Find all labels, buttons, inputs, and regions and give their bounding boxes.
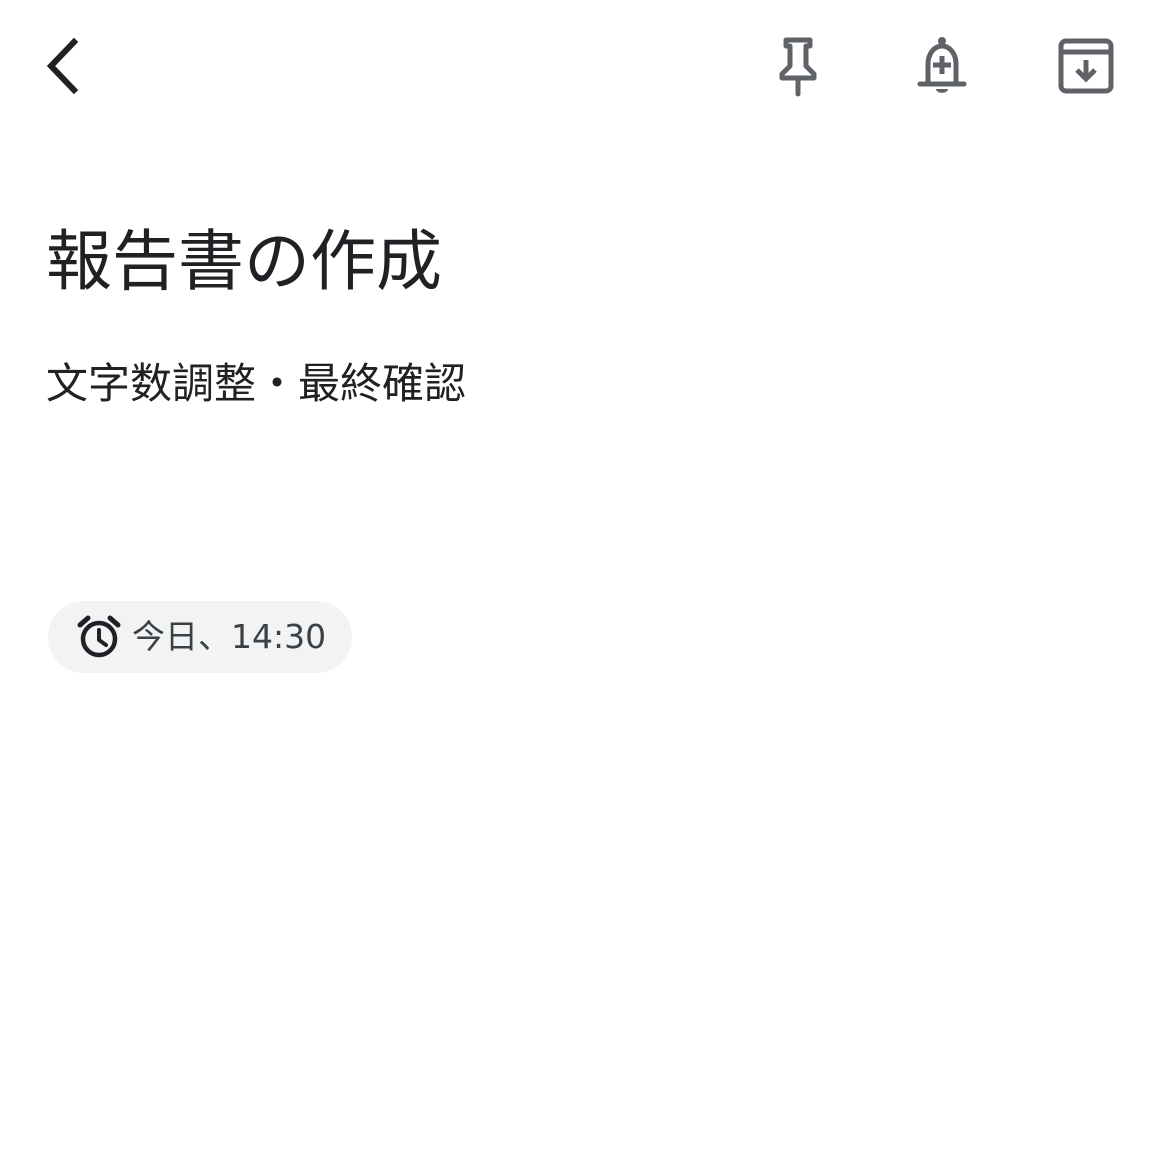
pin-button[interactable] xyxy=(750,18,846,114)
arrow-back-icon xyxy=(46,37,79,95)
back-button[interactable] xyxy=(18,18,114,114)
note-title[interactable]: 報告書の作成 xyxy=(46,222,442,302)
alarm-icon xyxy=(76,614,122,660)
top-toolbar xyxy=(0,0,1170,134)
archive-icon xyxy=(1058,38,1114,94)
add-reminder-button[interactable] xyxy=(894,18,990,114)
add-alert-icon xyxy=(917,37,967,93)
note-body[interactable]: 文字数調整・最終確認 xyxy=(46,356,466,412)
archive-button[interactable] xyxy=(1038,18,1134,114)
reminder-time: 今日、14:30 xyxy=(132,617,327,656)
pin-icon xyxy=(779,37,817,97)
reminder-chip[interactable]: 今日、14:30 xyxy=(48,601,353,673)
